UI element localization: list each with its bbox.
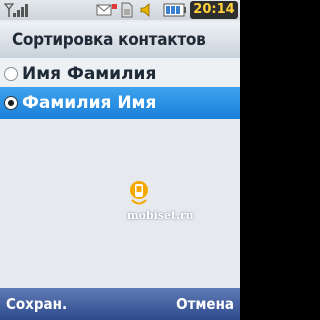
clock: 20:14	[190, 1, 238, 19]
watermark-text: mobiset.ru	[127, 209, 194, 222]
softkey-bar: Сохран. Отмена	[0, 288, 240, 320]
sim-icon	[121, 2, 133, 18]
page-title: Сортировка контактов	[0, 22, 240, 58]
empty-content-area	[0, 119, 240, 288]
cancel-button[interactable]: Отмена	[176, 288, 234, 320]
phone-screen: 20:14 Сортировка контактов Имя Фамилия Ф…	[0, 0, 240, 320]
option-first-last[interactable]: Имя Фамилия	[0, 58, 240, 90]
option-label: Имя Фамилия	[22, 64, 157, 84]
speaker-icon	[140, 3, 150, 17]
radio-checked-icon[interactable]	[4, 96, 18, 110]
status-bar: 20:14	[0, 0, 240, 20]
radio-unchecked-icon[interactable]	[4, 67, 18, 81]
watermark: mobiset.ru	[127, 180, 198, 226]
option-last-first[interactable]: Фамилия Имя	[0, 87, 240, 119]
mobiset-logo-icon	[130, 181, 148, 205]
save-button[interactable]: Сохран.	[6, 288, 67, 320]
battery-icon	[163, 3, 186, 17]
option-label: Фамилия Имя	[22, 93, 157, 113]
signal-icon	[4, 3, 28, 17]
envelope-icon	[96, 4, 117, 16]
